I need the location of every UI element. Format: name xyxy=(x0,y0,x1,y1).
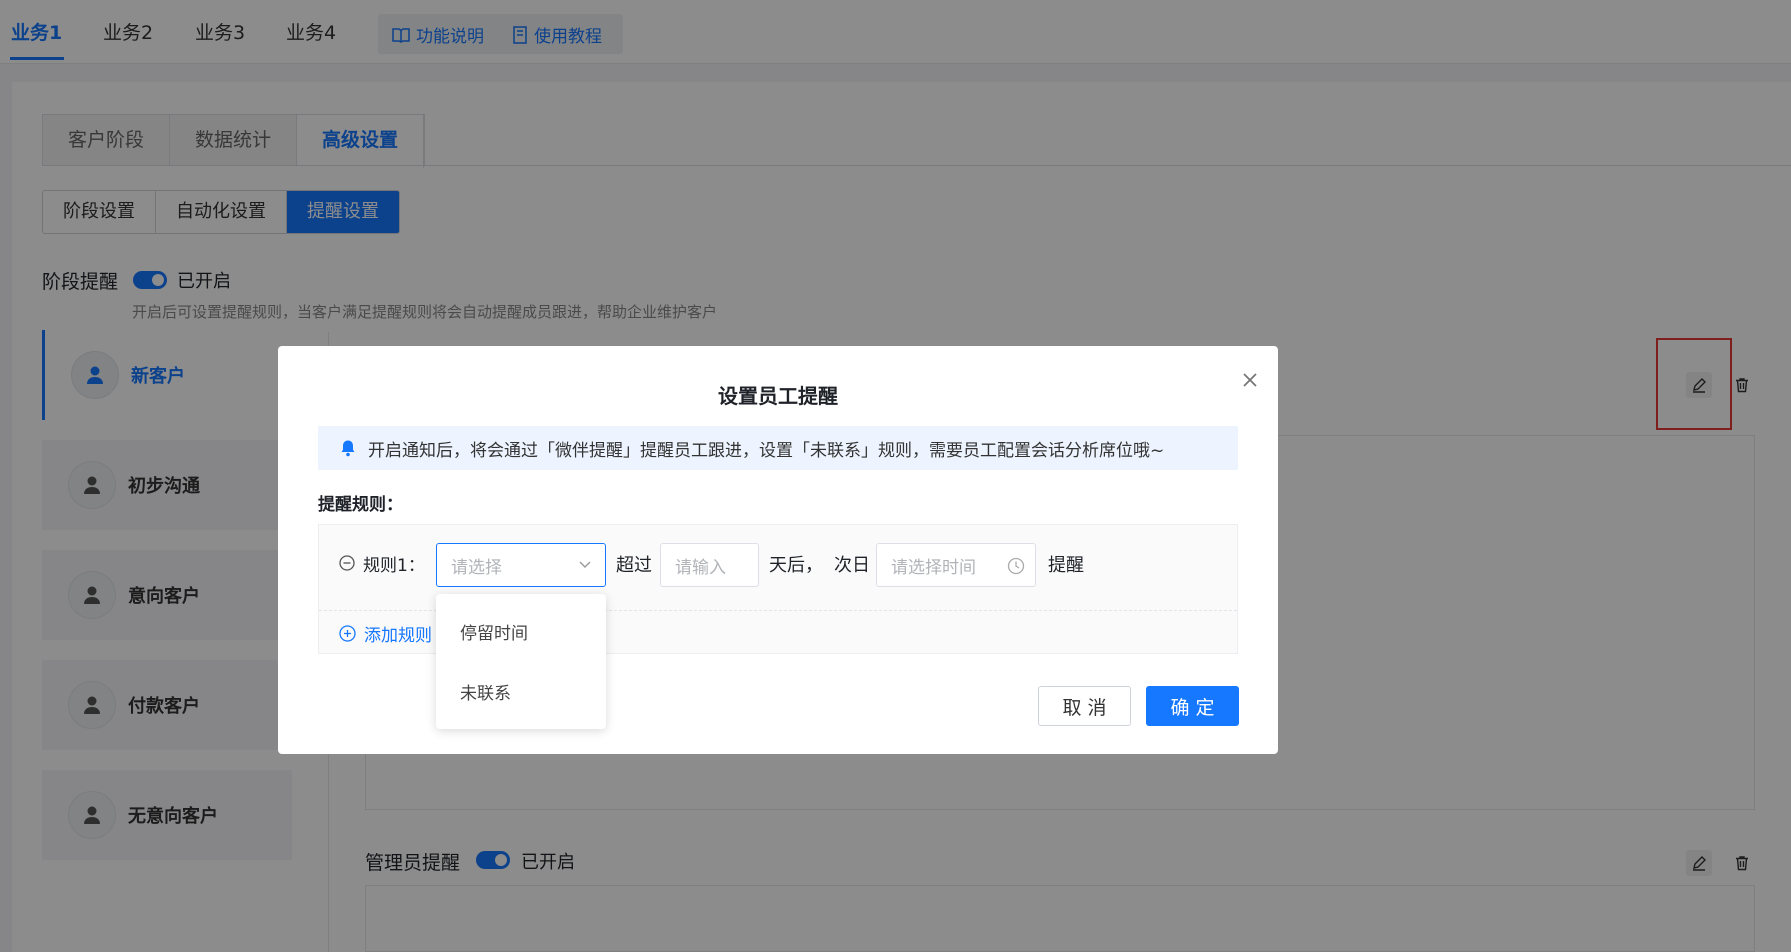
minus-circle-icon xyxy=(339,555,355,571)
cancel-button[interactable]: 取 消 xyxy=(1038,686,1131,726)
close-icon xyxy=(1243,373,1257,387)
bell-icon xyxy=(341,440,355,457)
time-picker[interactable]: 请选择时间 xyxy=(876,543,1036,587)
dropdown-option-stay-time[interactable]: 停留时间 xyxy=(436,604,606,664)
remind-label: 提醒 xyxy=(1048,555,1084,576)
confirm-button[interactable]: 确 定 xyxy=(1146,686,1239,726)
add-rule-label: 添加规则 xyxy=(364,626,432,646)
rule-label: 规则1： xyxy=(363,556,425,576)
add-rule-button[interactable]: 添加规则 xyxy=(339,621,432,646)
time-picker-placeholder: 请选择时间 xyxy=(891,557,976,578)
days-after-label: 天后， xyxy=(769,555,823,576)
notice-text: 开启通知后，将会通过「微伴提醒」提醒员工跟进，设置「未联系」规则，需要员工配置会… xyxy=(368,440,1165,461)
exceed-label: 超过 xyxy=(616,555,652,576)
condition-select-placeholder: 请选择 xyxy=(451,557,502,578)
chevron-down-icon xyxy=(579,561,591,568)
set-employee-reminder-dialog: 设置员工提醒 开启通知后，将会通过「微伴提醒」提醒员工跟进，设置「未联系」规则，… xyxy=(278,346,1278,754)
notice-banner: 开启通知后，将会通过「微伴提醒」提醒员工跟进，设置「未联系」规则，需要员工配置会… xyxy=(318,426,1238,470)
dropdown-option-not-contacted[interactable]: 未联系 xyxy=(436,664,606,724)
next-day-label: 次日 xyxy=(834,555,870,576)
days-input-placeholder: 请输入 xyxy=(675,557,726,578)
dialog-title: 设置员工提醒 xyxy=(718,384,838,408)
remove-rule-button[interactable] xyxy=(339,555,355,576)
clock-icon xyxy=(1007,557,1025,575)
condition-select[interactable]: 请选择 xyxy=(436,543,606,587)
rules-label: 提醒规则： xyxy=(318,495,403,515)
condition-dropdown-menu: 停留时间 未联系 xyxy=(436,594,606,729)
close-button[interactable] xyxy=(1236,366,1264,394)
plus-circle-icon xyxy=(339,625,356,642)
days-input[interactable]: 请输入 xyxy=(660,543,759,587)
